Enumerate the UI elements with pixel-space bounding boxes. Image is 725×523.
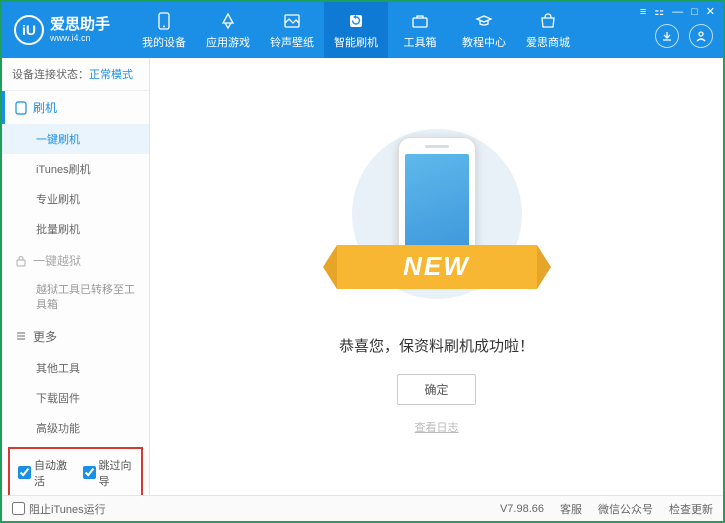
pin-icon[interactable]: ⚏: [654, 5, 664, 18]
maximize-icon[interactable]: □: [691, 6, 698, 18]
main-content: NEW 恭喜您，保资料刷机成功啦！ 确定 查看日志: [150, 58, 723, 495]
connection-status: 设备连接状态：正常模式: [2, 58, 149, 91]
sidebar-other-tools[interactable]: 其他工具: [2, 353, 149, 383]
sidebar-pro-flash[interactable]: 专业刷机: [2, 184, 149, 214]
update-link[interactable]: 检查更新: [669, 501, 713, 517]
store-icon: [538, 11, 558, 31]
checkbox-auto-activate[interactable]: 自动激活: [18, 457, 69, 489]
jailbreak-note: 越狱工具已转移至工具箱: [2, 277, 149, 320]
nav-apps[interactable]: 应用游戏: [196, 2, 260, 58]
wallpaper-icon: [282, 11, 302, 31]
new-ribbon: NEW: [337, 245, 537, 289]
sidebar-batch-flash[interactable]: 批量刷机: [2, 214, 149, 244]
nav-tutorials[interactable]: 教程中心: [452, 2, 516, 58]
nav-store[interactable]: 爱思商城: [516, 2, 580, 58]
nav-my-device[interactable]: 我的设备: [132, 2, 196, 58]
logo-icon: iU: [14, 15, 44, 45]
close-icon[interactable]: ✕: [706, 5, 715, 18]
nav-toolbox[interactable]: 工具箱: [388, 2, 452, 58]
window-controls: ≡ ⚏ — □ ✕: [640, 5, 715, 18]
list-icon: [15, 330, 27, 342]
options-row: 自动激活 跳过向导: [8, 447, 143, 495]
user-button[interactable]: [689, 24, 713, 48]
sidebar-download-firmware[interactable]: 下载固件: [2, 383, 149, 413]
success-message: 恭喜您，保资料刷机成功啦！: [339, 335, 534, 356]
refresh-icon: [346, 11, 366, 31]
apps-icon: [218, 11, 238, 31]
footer: 阻止iTunes运行 V7.98.66 客服 微信公众号 检查更新: [2, 495, 723, 521]
phone-icon: [15, 101, 27, 115]
download-button[interactable]: [655, 24, 679, 48]
graduation-icon: [474, 11, 494, 31]
app-name: 爱思助手: [50, 17, 110, 34]
section-flash[interactable]: 刷机: [2, 91, 149, 124]
menu-icon[interactable]: ≡: [640, 6, 646, 18]
nav-flash[interactable]: 智能刷机: [324, 2, 388, 58]
app-window: iU 爱思助手 www.i4.cn 我的设备 应用游戏 铃声壁纸 智能刷机 工具…: [0, 0, 725, 523]
sidebar-advanced[interactable]: 高级功能: [2, 413, 149, 443]
wechat-link[interactable]: 微信公众号: [598, 501, 653, 517]
app-url: www.i4.cn: [50, 33, 110, 43]
main-nav: 我的设备 应用游戏 铃声壁纸 智能刷机 工具箱 教程中心 爱思商城: [132, 2, 723, 58]
section-more[interactable]: 更多: [2, 320, 149, 353]
support-link[interactable]: 客服: [560, 501, 582, 517]
sidebar: 设备连接状态：正常模式 刷机 一键刷机 iTunes刷机 专业刷机 批量刷机 一…: [2, 58, 150, 495]
checkbox-skip-guide[interactable]: 跳过向导: [83, 457, 134, 489]
lock-icon: [15, 255, 27, 267]
nav-ringtones[interactable]: 铃声壁纸: [260, 2, 324, 58]
success-illustration: NEW: [337, 119, 537, 319]
minimize-icon[interactable]: —: [672, 6, 683, 18]
sidebar-itunes-flash[interactable]: iTunes刷机: [2, 154, 149, 184]
phone-icon: [154, 11, 174, 31]
section-jailbreak: 一键越狱: [2, 244, 149, 277]
titlebar: iU 爱思助手 www.i4.cn 我的设备 应用游戏 铃声壁纸 智能刷机 工具…: [2, 2, 723, 58]
toolbox-icon: [410, 11, 430, 31]
body: 设备连接状态：正常模式 刷机 一键刷机 iTunes刷机 专业刷机 批量刷机 一…: [2, 58, 723, 495]
view-log-link[interactable]: 查看日志: [415, 419, 459, 435]
titlebar-right-actions: [655, 24, 713, 48]
sidebar-oneclick-flash[interactable]: 一键刷机: [2, 124, 149, 154]
confirm-button[interactable]: 确定: [397, 374, 475, 405]
version-label: V7.98.66: [500, 503, 544, 515]
logo-area: iU 爱思助手 www.i4.cn: [2, 15, 132, 45]
block-itunes-checkbox[interactable]: 阻止iTunes运行: [12, 501, 106, 517]
